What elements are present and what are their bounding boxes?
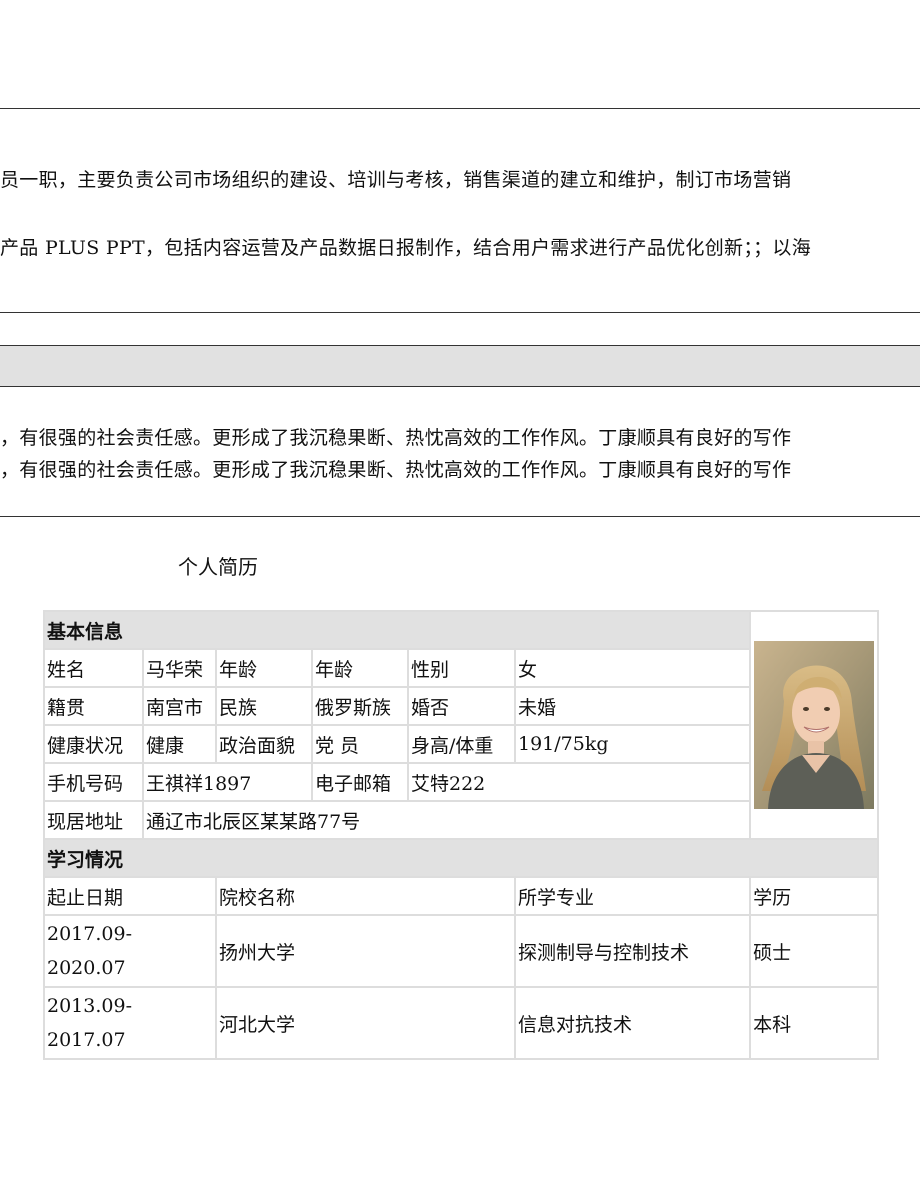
age-label: 年龄 (215, 648, 313, 688)
resume-title: 个人简历 (178, 555, 258, 579)
name-value: 马华荣 (142, 648, 217, 688)
edu-period: 2017.09-2020.07 (43, 914, 217, 988)
section-middle-rule (0, 312, 920, 313)
marital-label: 婚否 (407, 686, 516, 726)
table-row: 2013.09-2017.07 河北大学 信息对抗技术 本科 (43, 986, 880, 1060)
edu-period-text: 2017.09-2020.07 (47, 923, 132, 979)
marital-value: 未婚 (513, 686, 752, 726)
address-value: 通辽市北辰区某某路77号 (141, 800, 752, 840)
edu-period-text: 2013.09-2017.07 (47, 995, 132, 1051)
health-value: 健康 (142, 724, 217, 764)
name-label: 姓名 (43, 648, 144, 688)
email-label: 电子邮箱 (311, 762, 409, 802)
health-label: 健康状况 (43, 724, 144, 764)
experience-line-2: 产品 PLUS PPT，包括内容运营及产品数据日报制作，结合用户需求进行产品优化… (0, 237, 812, 259)
edu-school: 河北大学 (215, 986, 516, 1060)
edu-degree: 硕士 (749, 914, 880, 988)
age-value: 年龄 (311, 648, 409, 688)
phone-value: 王祺祥1897 (142, 762, 313, 802)
edu-major: 信息对抗技术 (513, 986, 752, 1060)
table-row: 2017.09-2020.07 扬州大学 探测制导与控制技术 硕士 (43, 914, 880, 988)
edu-col-school: 院校名称 (215, 876, 516, 916)
resume-table: 基本信息 姓名 马华荣 年龄 年龄 性别 女 籍贯 南宫市 民族 俄罗斯族 婚否… (42, 610, 880, 1060)
edu-major: 探测制导与控制技术 (513, 914, 752, 988)
evaluation-line-1: ，有很强的社会责任感。更形成了我沉稳果断、热忱高效的工作作风。丁康顺具有良好的写… (0, 427, 792, 449)
ethnicity-value: 俄罗斯族 (311, 686, 409, 726)
education-header: 学习情况 (42, 838, 880, 878)
edu-col-period: 起止日期 (43, 876, 217, 916)
address-label: 现居地址 (43, 800, 144, 840)
ethnicity-label: 民族 (215, 686, 313, 726)
political-label: 政治面貌 (215, 724, 313, 764)
evaluation-line-2: ，有很强的社会责任感。更形成了我沉稳果断、热忱高效的工作作风。丁康顺具有良好的写… (0, 459, 792, 481)
email-value: 艾特222 (406, 762, 752, 802)
gender-label: 性别 (407, 648, 516, 688)
portrait-photo (754, 641, 875, 809)
edu-degree: 本科 (749, 986, 880, 1060)
edu-school: 扬州大学 (215, 914, 516, 988)
basic-info-header: 基本信息 (42, 610, 752, 650)
edu-period: 2013.09-2017.07 (43, 986, 217, 1060)
gender-value: 女 (513, 648, 752, 688)
origin-label: 籍贯 (43, 686, 144, 726)
origin-value: 南宫市 (142, 686, 217, 726)
political-value: 党 员 (311, 724, 409, 764)
photo-cell (749, 610, 880, 840)
height-weight-value: 191/75kg (513, 724, 752, 764)
section-header-band (0, 345, 920, 387)
section-bottom-rule (0, 516, 920, 517)
height-weight-label: 身高/体重 (407, 724, 516, 764)
phone-label: 手机号码 (43, 762, 144, 802)
section-top-rule (0, 108, 920, 109)
edu-col-degree: 学历 (749, 876, 880, 916)
experience-line-1: 员一职，主要负责公司市场组织的建设、培训与考核，销售渠道的建立和维护，制订市场营… (0, 169, 792, 191)
edu-col-major: 所学专业 (513, 876, 752, 916)
